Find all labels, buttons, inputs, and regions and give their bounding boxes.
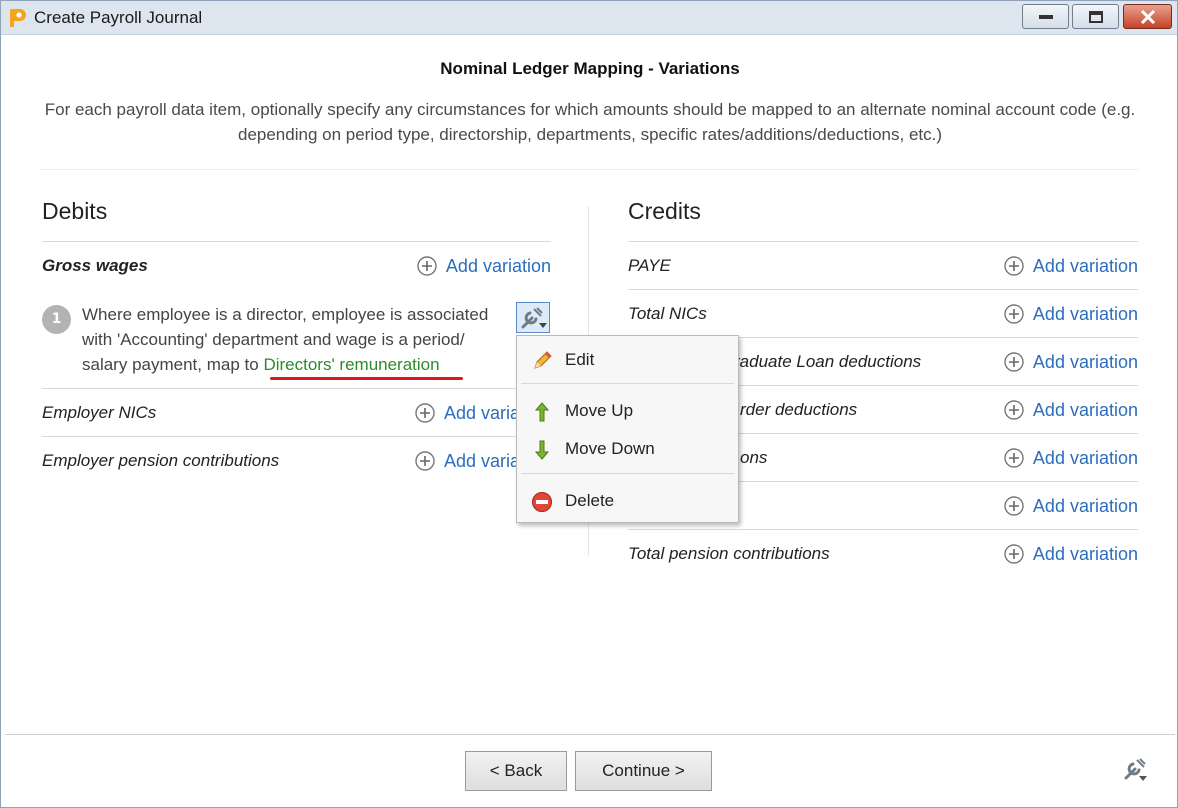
add-variation-button[interactable]: Add variation [417, 254, 551, 278]
add-circle-icon [1004, 256, 1024, 276]
add-circle-icon [415, 403, 435, 423]
menu-separator [521, 473, 734, 474]
footer-divider [5, 734, 1175, 735]
debit-row-label: Employer pension contributions [42, 451, 280, 470]
credit-row-label: rder deductions [740, 400, 858, 419]
pencil-icon [534, 351, 552, 369]
window-title: Create Payroll Journal [34, 8, 203, 27]
add-variation-button[interactable]: Add variation [1004, 494, 1138, 518]
delete-icon [532, 492, 552, 512]
variation-description: Where employee is a director, employee i… [82, 302, 510, 377]
wrench-dropdown-icon [521, 307, 547, 329]
add-variation-button[interactable]: Add varia [415, 449, 520, 473]
add-variation-label: Add varia [444, 402, 521, 423]
debit-row-employer-nics: Employer NICs Add varia [42, 388, 551, 436]
add-variation-button[interactable]: Add variation [1004, 542, 1138, 566]
add-variation-button[interactable]: Add variation [1004, 302, 1138, 326]
title-bar: Create Payroll Journal [1, 1, 1177, 35]
tools-icon[interactable] [1121, 756, 1149, 784]
add-variation-label: Add variation [1032, 351, 1138, 372]
variation-item: 1 Where employee is a director, employee… [42, 290, 551, 387]
debit-row-gross-wages: Gross wages Add variation [42, 241, 551, 289]
back-button[interactable]: < Back [465, 751, 567, 791]
add-circle-icon [417, 256, 437, 276]
add-circle-icon [1004, 400, 1024, 420]
menu-item-move-down[interactable]: Move Down [517, 432, 738, 466]
add-circle-icon [1004, 352, 1024, 372]
account-underline [270, 377, 463, 380]
credit-row-total-pension: Total pension contributions Add variatio… [628, 529, 1138, 577]
add-variation-label: Add varia [444, 450, 521, 471]
variation-account-link[interactable]: Directors' remuneration [263, 355, 439, 374]
credit-row-total-nics: Total NICs Add variation [628, 289, 1138, 337]
add-variation-label: Add variation [1032, 399, 1138, 420]
credit-row-label: ons [740, 448, 768, 467]
continue-button[interactable]: Continue > [575, 751, 712, 791]
menu-item-label: Move Down [565, 439, 655, 458]
variation-context-menu: Edit Move Up Move Down Delete [516, 335, 739, 523]
add-circle-icon [1004, 304, 1024, 324]
debits-title: Debits [42, 198, 108, 224]
add-variation-label: Add variation [1032, 447, 1138, 468]
add-variation-label: Add variation [1032, 255, 1138, 276]
add-variation-button[interactable]: Add variation [1004, 398, 1138, 422]
add-variation-label: Add variation [1032, 495, 1138, 516]
menu-item-label: Move Up [565, 401, 634, 420]
menu-item-delete[interactable]: Delete [517, 484, 738, 518]
debit-row-label: Employer NICs [42, 403, 157, 422]
add-variation-button[interactable]: Add varia [415, 401, 520, 425]
variation-number: 1 [42, 305, 71, 334]
credit-row-label: raduate Loan deductions [734, 352, 922, 371]
add-circle-icon [1004, 544, 1024, 564]
minimize-icon [1038, 14, 1053, 19]
add-variation-button[interactable]: Add variation [1004, 350, 1138, 374]
add-circle-icon [1004, 496, 1024, 516]
variation-options-button[interactable] [516, 302, 550, 333]
menu-item-label: Delete [565, 491, 615, 510]
page-description: For each payroll data item, optionally s… [44, 100, 1136, 144]
add-variation-label: Add variation [445, 255, 551, 276]
add-variation-button[interactable]: Add variation [1004, 254, 1138, 278]
close-icon [1140, 9, 1155, 24]
menu-item-label: Edit [565, 350, 595, 369]
arrow-up-icon [534, 402, 550, 422]
debit-row-employer-pension: Employer pension contributions Add varia [42, 436, 551, 484]
debit-row-label: Gross wages [42, 256, 148, 275]
credit-row-label: Total pension contributions [628, 544, 830, 563]
app-logo-icon [10, 9, 26, 27]
maximize-button[interactable] [1072, 4, 1119, 29]
menu-separator [521, 383, 734, 384]
menu-item-edit[interactable]: Edit [517, 343, 738, 377]
add-variation-label: Add variation [1032, 543, 1138, 564]
add-variation-button[interactable]: Add variation [1004, 446, 1138, 470]
payroll-journal-window: Create Payroll Journal Nominal Ledger Ma… [0, 0, 1178, 808]
credit-row-paye: PAYE Add variation [628, 241, 1138, 289]
close-button[interactable] [1123, 4, 1172, 29]
page-title: Nominal Ledger Mapping - Variations [440, 59, 740, 78]
add-circle-icon [1004, 448, 1024, 468]
add-variation-label: Add variation [1032, 303, 1138, 324]
minimize-button[interactable] [1022, 4, 1069, 29]
menu-item-move-up[interactable]: Move Up [517, 394, 738, 428]
maximize-icon [1088, 10, 1103, 23]
credits-title: Credits [628, 198, 701, 224]
arrow-down-icon [534, 440, 550, 460]
header-divider [41, 169, 1139, 170]
credit-row-label: PAYE [628, 256, 671, 275]
add-circle-icon [415, 451, 435, 471]
credit-row-label: Total NICs [628, 304, 707, 323]
